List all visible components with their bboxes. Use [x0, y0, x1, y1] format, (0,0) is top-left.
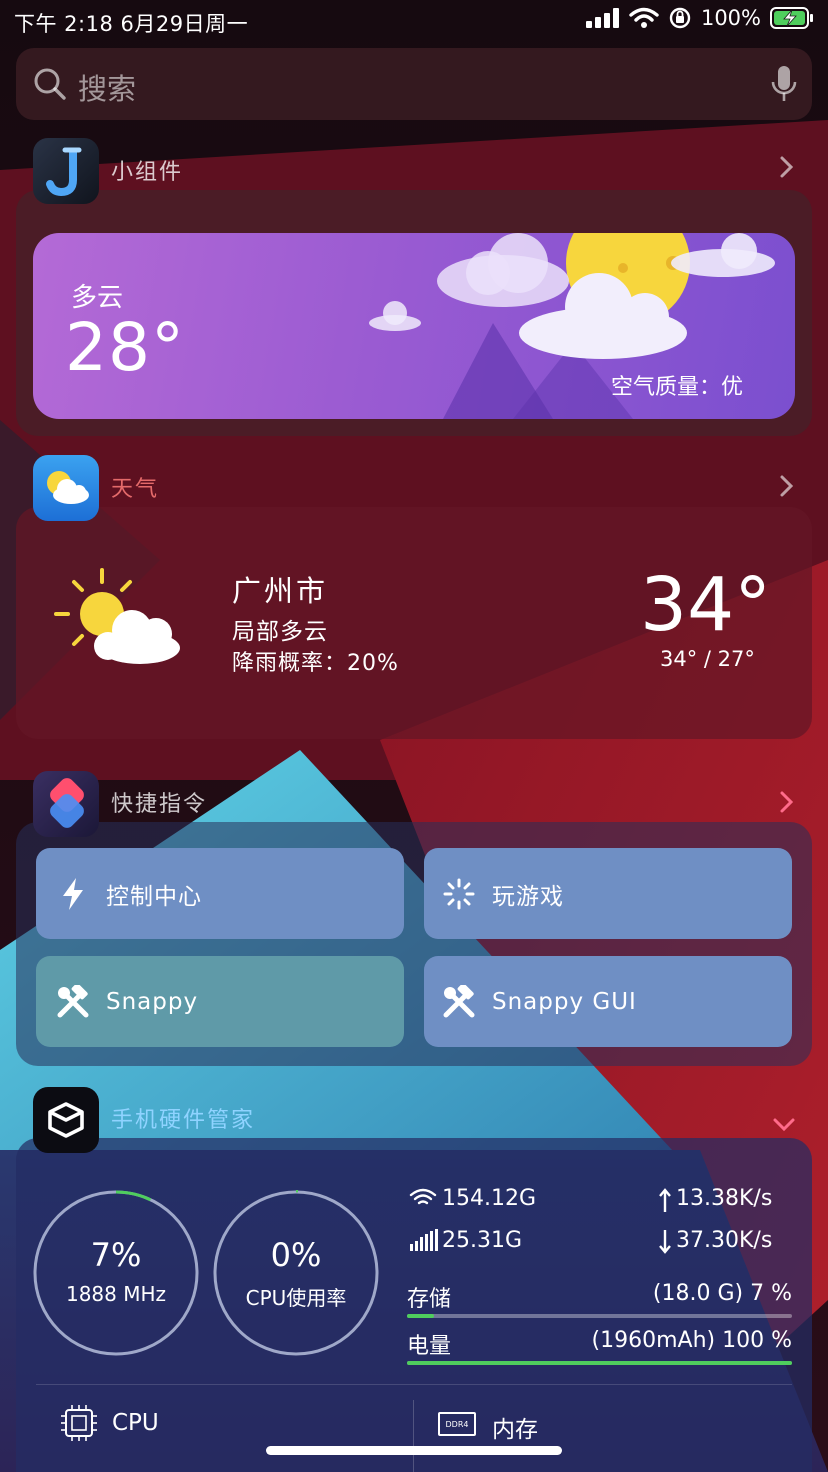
storage-bar-fill	[407, 1314, 434, 1318]
weather-section-title: 天气	[111, 477, 160, 502]
battery-bar	[407, 1361, 792, 1365]
shortcut-control-center[interactable]: 控制中心	[36, 848, 404, 939]
spinner-icon	[443, 878, 475, 909]
battery-value: (1960mAh) 100 %	[591, 1328, 792, 1353]
download-speed: 37.30K/s	[676, 1228, 773, 1253]
hardware-section-title: 手机硬件管家	[111, 1108, 256, 1133]
search-bar[interactable]: 搜索	[16, 48, 812, 120]
shortcut-label: 玩游戏	[492, 883, 564, 910]
cellular-data-total: 25.31G	[442, 1228, 523, 1253]
cpu-usage-percent: 0%	[270, 1236, 322, 1274]
cellular-signal-icon	[585, 8, 619, 28]
shortcut-label: Snappy	[106, 988, 199, 1015]
search-input[interactable]: 搜索	[78, 66, 136, 108]
shortcut-label: 控制中心	[106, 883, 202, 910]
tab-divider	[413, 1400, 414, 1472]
cpu-frequency-arc	[115, 1190, 152, 1202]
sun-cloud-icon	[47, 471, 89, 504]
storage-value: (18.0 G) 7 %	[652, 1281, 792, 1306]
battery-bar-fill	[407, 1361, 792, 1365]
search-icon	[34, 68, 66, 100]
cpu-frequency-value: 1888 MHz	[65, 1282, 167, 1306]
shortcut-snappy[interactable]: Snappy	[36, 956, 404, 1047]
chevron-right-icon[interactable]	[779, 474, 795, 505]
wifi-icon	[629, 7, 659, 28]
weather-card-temperature: 28°	[65, 309, 185, 386]
cellular-signal-icon	[410, 1229, 438, 1251]
microphone-icon[interactable]	[770, 64, 798, 104]
hardware-app-icon[interactable]	[33, 1087, 99, 1153]
home-indicator[interactable]	[266, 1446, 562, 1455]
arrow-down-icon	[659, 1230, 671, 1254]
battery-label: 电量	[407, 1334, 452, 1359]
weather-widget-card[interactable]: 多云 28° 空气质量：优	[33, 233, 795, 419]
divider	[36, 1384, 792, 1385]
storage-label: 存储	[407, 1287, 452, 1312]
weather-city: 广州市	[232, 574, 329, 608]
partly-cloudy-icon	[54, 568, 180, 664]
hammer-wrench-icon	[57, 984, 89, 1017]
wifi-data-total: 154.12G	[442, 1186, 537, 1211]
tab-cpu[interactable]: CPU	[112, 1410, 159, 1436]
chevron-right-icon[interactable]	[779, 790, 795, 821]
j-logo-icon	[46, 147, 82, 197]
battery-charging-icon	[770, 7, 813, 29]
wifi-icon	[409, 1188, 437, 1205]
widget-app-icon[interactable]	[33, 138, 99, 204]
cpu-usage-label: CPU使用率	[245, 1286, 347, 1310]
storage-bar	[407, 1314, 792, 1318]
widget-section-title: 小组件	[111, 160, 184, 185]
cpu-chip-icon	[61, 1405, 97, 1441]
shortcuts-logo-icon	[50, 778, 84, 828]
status-bar: 下午 2:18 6月29日周一 100%	[0, 0, 828, 42]
weather-app-icon[interactable]	[33, 455, 99, 521]
weather-condition: 局部多云	[232, 619, 328, 645]
upload-speed: 13.38K/s	[676, 1186, 773, 1211]
arrow-up-icon	[659, 1188, 671, 1212]
shortcut-play-game[interactable]: 玩游戏	[424, 848, 792, 939]
weather-rain-chance: 降雨概率：20%	[232, 651, 399, 676]
weather-temperature: 34°	[640, 562, 772, 648]
battery-percent: 100%	[700, 6, 761, 30]
rotation-lock-icon	[669, 7, 691, 29]
shortcut-snappy-gui[interactable]: Snappy GUI	[424, 956, 792, 1047]
chevron-right-icon[interactable]	[779, 155, 795, 186]
status-time-date: 下午 2:18 6月29日周一	[14, 12, 249, 36]
ddr-label: DDR4	[445, 1419, 469, 1429]
shortcut-label: Snappy GUI	[492, 988, 637, 1015]
shortcuts-app-icon[interactable]	[33, 771, 99, 837]
weather-card-air-quality: 空气质量：优	[611, 375, 744, 400]
hammer-wrench-icon	[443, 984, 475, 1017]
bolt-icon	[63, 877, 83, 910]
box-logo-icon	[48, 1102, 84, 1138]
cpu-frequency-percent: 7%	[90, 1236, 142, 1274]
chevron-down-icon[interactable]	[772, 1110, 796, 1140]
tab-memory[interactable]: 内存	[492, 1410, 538, 1444]
memory-chip-icon: DDR4	[438, 1412, 476, 1436]
shortcuts-section-title: 快捷指令	[111, 792, 208, 817]
weather-temp-range: 34° / 27°	[660, 647, 755, 671]
